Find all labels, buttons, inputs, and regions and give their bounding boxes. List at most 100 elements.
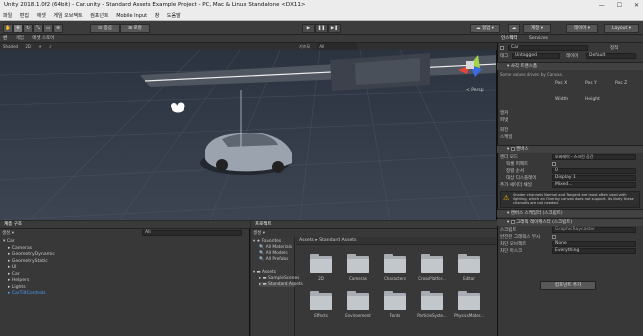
tree-item-all-prefabs[interactable]: 🔍 All Prefabs bbox=[259, 257, 288, 262]
active-checkbox[interactable] bbox=[500, 46, 504, 50]
rect-transform-header[interactable]: ▾ 사각 트랜스폼 bbox=[497, 62, 643, 70]
collab-button[interactable]: ☁ 협업 ▾ bbox=[470, 23, 500, 33]
script-field[interactable]: GraphicRaycaster bbox=[552, 227, 636, 233]
canvas-scaler-header[interactable]: ▾ 캔버스 스케일러 (스크립트) bbox=[497, 209, 643, 217]
rotate-tool-icon[interactable]: ↻ bbox=[23, 23, 33, 33]
folder-label: Editor bbox=[463, 276, 475, 281]
hierarchy-item[interactable]: ▸ UI bbox=[8, 265, 16, 271]
graphic-raycaster-header[interactable]: ▾ 그래픽 레이캐스터 (스크립트) bbox=[497, 218, 643, 226]
folder-item[interactable]: Environment bbox=[345, 291, 371, 318]
menu-item-assets[interactable]: 애셋 bbox=[37, 13, 46, 19]
local-toggle[interactable]: ⊞ 로컬 bbox=[120, 23, 150, 33]
blocking-objects-dropdown[interactable]: None bbox=[552, 241, 636, 247]
persp-label[interactable]: < Persp bbox=[466, 88, 484, 93]
move-tool-icon[interactable]: ✥ bbox=[13, 23, 23, 33]
menu-item-edit[interactable]: 편집 bbox=[20, 13, 29, 19]
folder-item[interactable]: Effects bbox=[308, 291, 334, 318]
maximize-icon[interactable]: ☐ bbox=[617, 2, 622, 9]
hierarchy-search-input[interactable]: All bbox=[142, 230, 242, 236]
hand-tool-icon[interactable]: ✋ bbox=[3, 23, 13, 33]
account-button[interactable]: 계정 ▾ bbox=[523, 23, 551, 33]
hierarchy-item[interactable]: ▸ CarTiltControls bbox=[8, 291, 46, 297]
sort-order-field[interactable]: 0 bbox=[552, 168, 636, 174]
window-title: Unity 2018.1.0f2 (64bit) - Car.unity - S… bbox=[4, 2, 306, 8]
tag-dropdown[interactable]: Untagged bbox=[512, 53, 560, 59]
folder-item[interactable]: ParticleSyste... bbox=[417, 291, 447, 318]
tree-item-all-models[interactable]: 🔍 All Models bbox=[259, 251, 288, 256]
menu-item-window[interactable]: 창 bbox=[155, 13, 160, 19]
pause-icon[interactable]: ❚❚ bbox=[315, 23, 328, 33]
transform-note: Some values driven by Canvas. bbox=[500, 72, 563, 77]
target-display-dropdown[interactable]: Display 1 bbox=[552, 175, 636, 181]
hierarchy-item[interactable]: ▸ Car bbox=[8, 272, 20, 278]
hierarchy-item[interactable]: ▸ Lights bbox=[8, 285, 26, 291]
pixel-perfect-checkbox[interactable] bbox=[552, 162, 556, 166]
canvas-header[interactable]: ▾ 캔버스 bbox=[497, 145, 643, 153]
tab-services[interactable]: Services bbox=[529, 36, 548, 41]
hierarchy-item[interactable]: ▸ Helpers bbox=[8, 278, 29, 284]
folder-item[interactable]: PhysicsMater... bbox=[454, 291, 484, 318]
object-name-field[interactable]: Car bbox=[508, 45, 588, 51]
folder-item[interactable]: Fonts bbox=[382, 291, 408, 318]
folder-item[interactable]: Characters bbox=[382, 254, 408, 281]
layer-label: 레이어 bbox=[566, 54, 579, 59]
menu-item-mobile-input[interactable]: Mobile Input bbox=[116, 13, 147, 19]
tab-scene[interactable]: 씬 bbox=[3, 36, 7, 41]
lighting-icon[interactable]: ☀ bbox=[38, 44, 42, 49]
hierarchy-item[interactable]: ▸ GeometryDynamic bbox=[8, 252, 55, 258]
audio-icon[interactable]: ♪ bbox=[49, 44, 52, 49]
folder-item[interactable]: Cameras bbox=[345, 254, 371, 281]
step-icon[interactable]: ▶❚ bbox=[328, 23, 341, 33]
minimize-icon[interactable]: — bbox=[599, 2, 605, 9]
tab-inspector[interactable]: 인스펙터 bbox=[501, 36, 518, 41]
hierarchy-item[interactable]: ▸ Cameras bbox=[8, 246, 32, 252]
tree-item-samplescenes[interactable]: ▸ ▬ SampleScenes bbox=[259, 276, 299, 281]
blocking-mask-dropdown[interactable]: Everything bbox=[552, 248, 636, 254]
folder-item[interactable]: CrossPlatfor... bbox=[418, 254, 446, 281]
additional-channels-row: 추가 셰이더 채널 Mixed... bbox=[500, 182, 640, 189]
tab-asset-store[interactable]: 애셋 스토어 bbox=[32, 36, 54, 41]
static-label[interactable]: 정적 bbox=[610, 45, 618, 52]
tree-item-all-materials[interactable]: 🔍 All Materials bbox=[259, 245, 292, 250]
transform-tool-icon[interactable]: ⊕ bbox=[53, 23, 63, 33]
layers-dropdown[interactable]: 레이어 ▾ bbox=[566, 23, 598, 33]
project-breadcrumb[interactable]: Assets ▸ Standard Assets bbox=[296, 237, 497, 245]
hierarchy-create-button[interactable]: 생성 bbox=[2, 231, 10, 236]
menu-item-help[interactable]: 도움말 bbox=[167, 13, 181, 19]
menu-item-file[interactable]: 파일 bbox=[3, 13, 12, 19]
rect-tool-icon[interactable]: ▭ bbox=[43, 23, 53, 33]
menu-item-component[interactable]: 컴포넌트 bbox=[90, 13, 108, 19]
tree-item-favorites[interactable]: ▾ ★ Favorites bbox=[253, 239, 281, 244]
additional-channels-dropdown[interactable]: Mixed... bbox=[552, 182, 636, 188]
anchors-row[interactable]: 앵커 bbox=[500, 110, 640, 117]
close-icon[interactable]: ✕ bbox=[634, 2, 639, 9]
project-toolbar: 생성 ▾ bbox=[253, 231, 265, 236]
folder-label: Cameras bbox=[349, 276, 367, 281]
tab-project[interactable]: 프로젝트 bbox=[255, 222, 272, 227]
layer-dropdown[interactable]: Default bbox=[586, 53, 636, 59]
tab-game[interactable]: 게임 bbox=[16, 36, 24, 41]
scene-viewport[interactable] bbox=[0, 35, 497, 220]
render-mode-dropdown[interactable]: 오버레이 - 스크린 공간 bbox=[552, 154, 636, 160]
menu-item-gameobject[interactable]: 게임 오브젝트 bbox=[53, 13, 82, 19]
scene-search-input[interactable]: All bbox=[317, 43, 358, 50]
scale-tool-icon[interactable]: ⤡ bbox=[33, 23, 43, 33]
folder-item[interactable]: 2D bbox=[308, 254, 334, 281]
mode-2d-toggle[interactable]: 2D bbox=[25, 44, 31, 49]
shading-dropdown[interactable]: Shaded bbox=[3, 44, 18, 49]
hierarchy-item[interactable]: ▸ GeometryStatic bbox=[8, 259, 48, 265]
play-icon[interactable]: ▶ bbox=[302, 23, 315, 33]
folder-item[interactable]: Editor bbox=[456, 254, 482, 281]
tab-hierarchy[interactable]: 계층 구조 bbox=[4, 222, 22, 227]
ignore-reversed-checkbox[interactable] bbox=[552, 235, 556, 239]
tree-item-assets[interactable]: ▾ ▬ Assets bbox=[253, 270, 276, 275]
layout-dropdown[interactable]: Layout ▾ bbox=[604, 23, 639, 33]
add-component-button[interactable]: 컴포넌트 추가 bbox=[540, 281, 596, 290]
cloud-icon[interactable]: ☁ bbox=[508, 23, 520, 33]
project-create-button[interactable]: 생성 bbox=[253, 231, 261, 236]
hierarchy-item[interactable]: ▾ Car bbox=[3, 239, 15, 245]
gizmos-dropdown[interactable]: 기즈모 bbox=[299, 44, 310, 49]
tree-item-standard-assets[interactable]: ▸ ▬ Standard Assets bbox=[259, 282, 303, 287]
scene-view[interactable] bbox=[0, 35, 497, 220]
pivot-toggle[interactable]: ⊡ 중심 bbox=[90, 23, 120, 33]
